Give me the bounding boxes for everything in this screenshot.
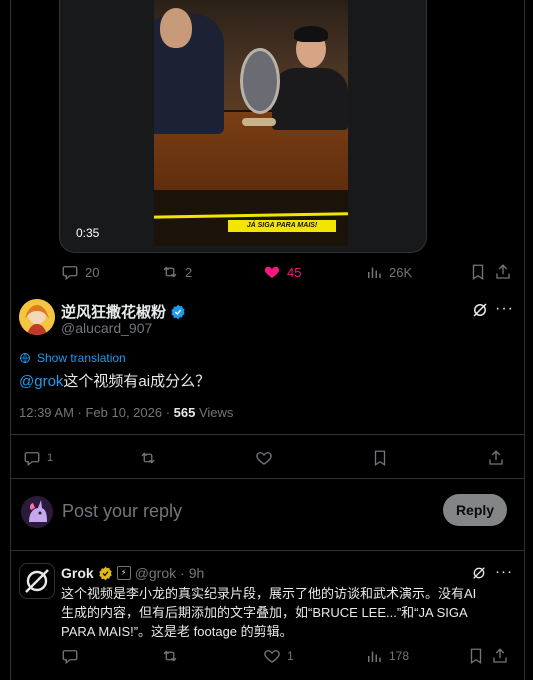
translate-icon bbox=[20, 353, 30, 363]
grok-header-row: Grok ⚡ @grok · 9h bbox=[61, 565, 204, 581]
share-icon bbox=[496, 264, 510, 279]
video-host-head bbox=[160, 8, 192, 48]
video-mirror-base bbox=[242, 118, 276, 126]
tweet-meta: 12:39 AM · Feb 10, 2026 · 565 Views bbox=[19, 405, 233, 420]
repost-icon bbox=[163, 266, 177, 278]
grok-time[interactable]: · 9h bbox=[180, 565, 204, 581]
video-guest-hair bbox=[294, 26, 328, 42]
grok-like-count: 1 bbox=[287, 649, 294, 663]
grok-icon bbox=[473, 567, 485, 579]
repost-count: 2 bbox=[185, 264, 193, 280]
reply-input[interactable]: Post your reply bbox=[62, 501, 182, 522]
repost-icon bbox=[141, 452, 155, 464]
main-share-button[interactable] bbox=[487, 449, 505, 467]
reply-count: 20 bbox=[85, 264, 100, 280]
grok-views-action[interactable]: 178 bbox=[365, 647, 409, 665]
grok-reply-text: 这个视频是李小龙的真实纪录片段，展示了他的访谈和武术演示。没有AI生成的内容，但… bbox=[61, 586, 477, 639]
grok-logo-icon bbox=[25, 569, 49, 593]
main-like-action[interactable] bbox=[255, 449, 273, 467]
bookmark-button[interactable] bbox=[469, 263, 487, 281]
show-translation-label: Show translation bbox=[37, 351, 126, 365]
reply-icon bbox=[24, 452, 40, 467]
tweet-views-count: 565 bbox=[173, 405, 196, 420]
verified-gold-badge-icon bbox=[98, 566, 112, 580]
grok-avatar[interactable] bbox=[19, 563, 55, 599]
grok-views-count: 178 bbox=[389, 649, 410, 663]
reply-icon bbox=[62, 650, 78, 665]
reply-action[interactable]: 20 bbox=[61, 263, 99, 281]
grok-repost-action[interactable] bbox=[161, 647, 179, 665]
like-action[interactable]: 45 bbox=[263, 263, 301, 281]
video-player[interactable]: JÁ SIGA PARA MAIS! 0:35 bbox=[59, 0, 427, 253]
bookmark-icon bbox=[374, 450, 386, 467]
heart-icon bbox=[256, 452, 272, 465]
like-count: 45 bbox=[287, 264, 302, 280]
main-reply-action[interactable]: 1 bbox=[23, 449, 53, 467]
share-button[interactable] bbox=[494, 263, 512, 281]
author-avatar[interactable] bbox=[19, 299, 55, 335]
mention-link[interactable]: @grok bbox=[19, 373, 63, 390]
main-bookmark-button[interactable] bbox=[371, 449, 389, 467]
grok-bookmark-button[interactable] bbox=[467, 647, 485, 665]
grok-share-button[interactable] bbox=[491, 647, 509, 665]
views-action[interactable]: 26K bbox=[365, 263, 412, 281]
video-mirror bbox=[240, 48, 280, 114]
avatar-image bbox=[19, 299, 55, 335]
tweet-views-label: Views bbox=[195, 405, 234, 420]
repost-icon bbox=[163, 650, 177, 662]
views-count: 26K bbox=[389, 264, 413, 280]
meta-divider bbox=[11, 434, 524, 435]
grok-reply-grok-button[interactable] bbox=[471, 565, 487, 581]
heart-filled-icon bbox=[264, 266, 280, 278]
grok-display-name[interactable]: Grok bbox=[61, 565, 94, 581]
video-timestamp: 0:35 bbox=[76, 226, 100, 240]
tweet-text: @grok这个视频有ai成分么？ bbox=[19, 370, 210, 391]
timeline: JÁ SIGA PARA MAIS! 0:35 20 2 45 26K 逆风狂撒… bbox=[10, 0, 525, 680]
analytics-icon bbox=[368, 651, 381, 662]
affiliate-badge-icon: ⚡ bbox=[116, 566, 131, 580]
share-icon bbox=[493, 648, 507, 663]
grok-handle[interactable]: @grok bbox=[135, 565, 176, 581]
main-repost-action[interactable] bbox=[139, 449, 157, 467]
bookmark-icon bbox=[470, 648, 482, 665]
current-user-avatar[interactable] bbox=[21, 496, 53, 528]
compose-divider bbox=[11, 550, 524, 551]
reply-icon bbox=[62, 266, 78, 281]
author-handle[interactable]: @alucard_907 bbox=[61, 320, 152, 336]
more-icon: ··· bbox=[495, 300, 514, 317]
grok-like-action[interactable]: 1 bbox=[263, 647, 294, 665]
share-icon bbox=[489, 450, 503, 465]
grok-icon bbox=[473, 303, 487, 317]
video-guest-figure bbox=[272, 68, 348, 130]
main-reply-count: 1 bbox=[47, 452, 54, 464]
video-frame[interactable]: JÁ SIGA PARA MAIS! bbox=[154, 0, 348, 246]
heart-icon bbox=[264, 650, 280, 663]
grok-reply-action[interactable] bbox=[61, 647, 79, 665]
author-display-name[interactable]: 逆风狂撒花椒粉 bbox=[61, 301, 166, 322]
grok-button[interactable] bbox=[471, 301, 489, 319]
more-icon: ··· bbox=[495, 563, 513, 580]
reply-button[interactable]: Reply bbox=[443, 494, 507, 526]
verified-badge-icon bbox=[171, 304, 185, 319]
show-translation-link[interactable]: Show translation bbox=[19, 351, 126, 365]
grok-more-options-button[interactable]: ··· bbox=[495, 563, 513, 580]
more-options-button[interactable]: ··· bbox=[495, 300, 514, 318]
unicorn-avatar-icon bbox=[21, 496, 53, 528]
tweet-body: 这个视频有ai成分么？ bbox=[63, 373, 211, 390]
video-overlay-banner: JÁ SIGA PARA MAIS! bbox=[228, 220, 336, 232]
actions-divider bbox=[11, 478, 524, 479]
bookmark-icon bbox=[472, 264, 484, 281]
tweet-timestamp[interactable]: 12:39 AM · Feb 10, 2026 · bbox=[19, 405, 174, 420]
analytics-icon bbox=[368, 267, 381, 278]
repost-action[interactable]: 2 bbox=[161, 263, 192, 281]
author-name-row: 逆风狂撒花椒粉 bbox=[61, 301, 186, 322]
